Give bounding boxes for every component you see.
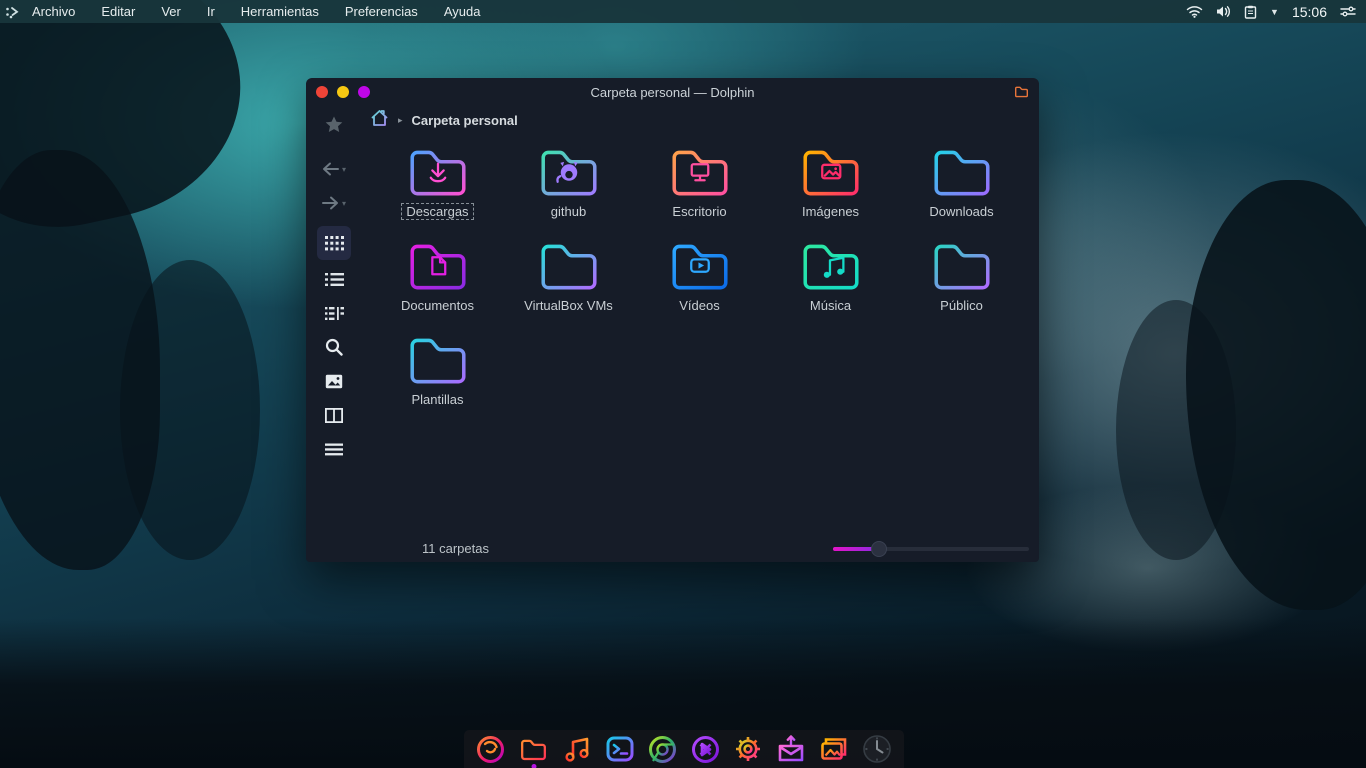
folder-item-descargas[interactable]: Descargas	[372, 142, 503, 236]
hamburger-menu-icon[interactable]	[317, 434, 351, 464]
dock	[464, 730, 904, 768]
folder-item-plantillas[interactable]: Plantillas	[372, 330, 503, 424]
zoom-slider[interactable]	[833, 540, 1029, 557]
mail-icon[interactable]	[775, 733, 807, 765]
menu-ir[interactable]: Ir	[207, 4, 215, 19]
folder-icon	[933, 244, 990, 290]
folder-item-downloads[interactable]: Downloads	[896, 142, 1027, 236]
tray-expander-caret-icon[interactable]: ▼	[1270, 7, 1279, 17]
folder-icon	[671, 244, 728, 290]
details-view-button[interactable]	[317, 264, 351, 294]
folder-icon	[933, 150, 990, 196]
sliders-icon[interactable]	[1340, 5, 1356, 18]
bookmark-star-icon[interactable]	[317, 110, 351, 140]
folder-icon	[802, 244, 859, 290]
video-play-glyph	[689, 258, 710, 273]
menu-items: Archivo Editar Ver Ir Herramientas Prefe…	[32, 4, 480, 19]
monitor-glyph	[690, 163, 709, 182]
folder-item-documentos[interactable]: Documentos	[372, 236, 503, 330]
titlebar[interactable]: Carpeta personal — Dolphin	[306, 78, 1039, 106]
firefox-icon[interactable]	[475, 733, 507, 765]
wifi-icon[interactable]	[1186, 5, 1203, 18]
home-icon[interactable]	[370, 109, 389, 132]
chromium-icon[interactable]	[647, 733, 679, 765]
window-title: Carpeta personal — Dolphin	[590, 84, 755, 100]
folder-label: Vídeos	[679, 298, 720, 313]
document-glyph	[430, 256, 446, 276]
menu-archivo[interactable]: Archivo	[32, 4, 75, 19]
menu-preferencias[interactable]: Preferencias	[345, 4, 418, 19]
volume-icon[interactable]	[1216, 5, 1231, 18]
system-tray: ▼ 15:06	[1186, 4, 1366, 20]
slider-handle[interactable]	[871, 540, 887, 557]
folder-label: Público	[940, 298, 983, 313]
settings-gear-icon[interactable]	[732, 733, 764, 765]
menu-editar[interactable]: Editar	[101, 4, 135, 19]
menu-ver[interactable]: Ver	[161, 4, 181, 19]
file-manager-icon[interactable]	[518, 733, 550, 768]
folder-label: Escritorio	[672, 204, 727, 219]
icons-view-button[interactable]	[317, 226, 351, 260]
distro-logo-icon[interactable]	[0, 5, 26, 19]
folder-item-escritorio[interactable]: Escritorio	[634, 142, 765, 236]
compact-view-button[interactable]	[317, 298, 351, 328]
folder-label: Downloads	[929, 204, 994, 219]
folder-label: Documentos	[401, 298, 474, 313]
back-history-caret-icon[interactable]: ▾	[342, 165, 346, 174]
back-button[interactable]: ▾	[317, 154, 351, 184]
folder-item-imagenes[interactable]: Imágenes	[765, 142, 896, 236]
desktop: Archivo Editar Ver Ir Herramientas Prefe…	[0, 0, 1366, 768]
folder-item-virtualbox-vms[interactable]: VirtualBox VMs	[503, 236, 634, 330]
tree-silhouette	[120, 260, 260, 560]
folder-count: 11 carpetas	[422, 541, 489, 556]
octocat-glyph	[555, 161, 578, 183]
search-icon[interactable]	[317, 332, 351, 362]
folder-icon	[409, 150, 466, 196]
menu-herramientas[interactable]: Herramientas	[241, 4, 319, 19]
music-note-glyph	[823, 256, 845, 278]
app-folder-icon	[1014, 85, 1029, 103]
image-glyph	[820, 163, 841, 180]
folder-label: VirtualBox VMs	[524, 298, 613, 313]
clock[interactable]: 15:06	[1292, 4, 1327, 20]
clipboard-icon[interactable]	[1244, 5, 1257, 19]
folder-icon	[409, 338, 466, 384]
breadcrumb-separator-icon: ▸	[398, 114, 403, 125]
vertical-toolbar: ▾ ▾	[306, 106, 362, 562]
photos-icon[interactable]	[818, 733, 850, 765]
breadcrumb-path[interactable]: Carpeta personal	[412, 113, 518, 128]
global-menubar: Archivo Editar Ver Ir Herramientas Prefe…	[0, 0, 1366, 23]
folder-icon	[540, 244, 597, 290]
folder-label: Descargas	[401, 203, 474, 220]
media-player-icon[interactable]	[689, 733, 721, 765]
folder-item-publico[interactable]: Público	[896, 236, 1027, 330]
music-player-icon[interactable]	[561, 733, 593, 765]
clock-icon[interactable]	[861, 733, 893, 765]
download-arrow-glyph	[429, 162, 446, 183]
tree-silhouette	[1116, 300, 1236, 560]
running-indicator	[531, 764, 537, 768]
folder-icon	[540, 150, 597, 196]
folder-item-github[interactable]: github	[503, 142, 634, 236]
folder-label: Imágenes	[801, 204, 860, 219]
breadcrumb: ▸ Carpeta personal	[362, 106, 1039, 134]
forward-history-caret-icon[interactable]: ▾	[342, 199, 346, 208]
folder-icon	[802, 150, 859, 196]
folder-label: Plantillas	[411, 392, 464, 407]
folder-label: github	[550, 204, 587, 219]
folder-item-videos[interactable]: Vídeos	[634, 236, 765, 330]
split-view-icon[interactable]	[317, 400, 351, 430]
dolphin-window: Carpeta personal — Dolphin ▾ ▾ ▸ Carpeta…	[306, 78, 1039, 562]
folder-grid: Descargas github Escritorio Imágenes Dow…	[362, 134, 1039, 535]
status-bar: 11 carpetas	[362, 535, 1039, 562]
folder-icon	[671, 150, 728, 196]
folder-label: Música	[809, 298, 852, 313]
forward-button[interactable]: ▾	[317, 188, 351, 218]
menu-ayuda[interactable]: Ayuda	[444, 4, 481, 19]
terminal-icon[interactable]	[604, 733, 636, 765]
preview-image-icon[interactable]	[317, 366, 351, 396]
folder-icon	[409, 244, 466, 290]
folder-item-musica[interactable]: Música	[765, 236, 896, 330]
